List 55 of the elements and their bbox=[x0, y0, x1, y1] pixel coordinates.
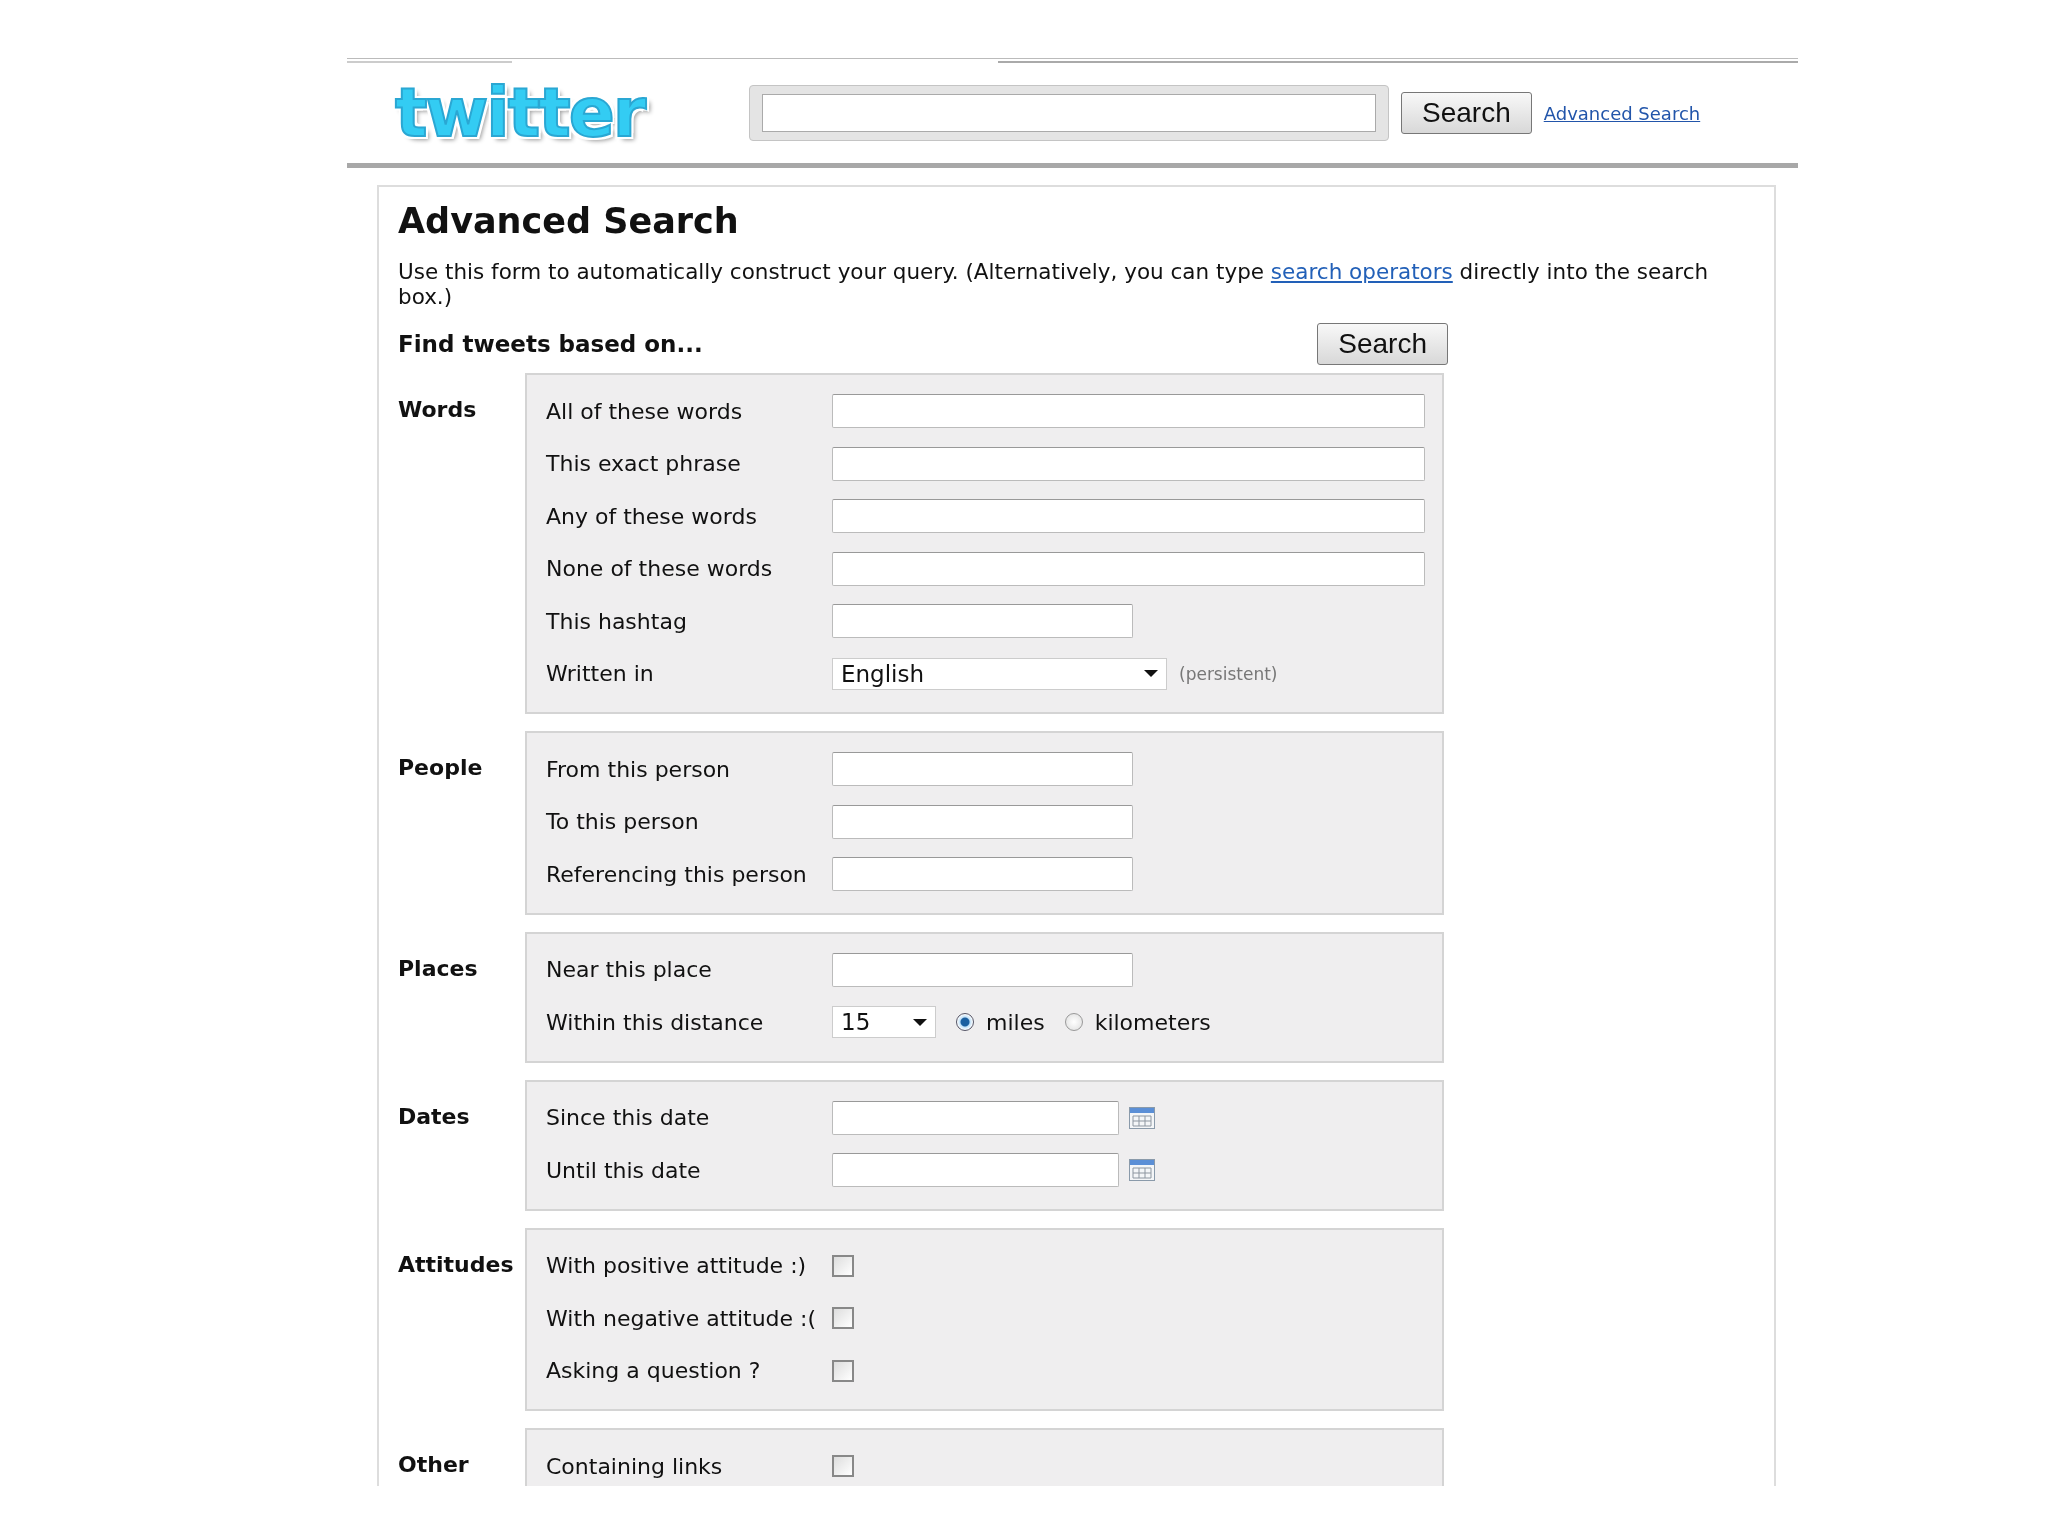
field-label: Near this place bbox=[546, 957, 713, 983]
field-label: Since this date bbox=[546, 1105, 711, 1131]
text-field[interactable] bbox=[832, 446, 1425, 481]
group-label: Attitudes bbox=[398, 1250, 515, 1277]
text-field[interactable] bbox=[832, 952, 1133, 987]
search-operators-link[interactable]: search operators bbox=[1270, 259, 1453, 284]
search-button[interactable]: Search bbox=[1401, 92, 1532, 134]
field-label: Written in bbox=[546, 661, 655, 687]
field-label: Within this distance bbox=[546, 1009, 765, 1035]
date-field[interactable] bbox=[832, 1153, 1119, 1188]
calendar-icon[interactable] bbox=[1129, 1106, 1155, 1129]
advanced-search-link[interactable]: Advanced Search bbox=[1543, 102, 1701, 124]
group-label: Dates bbox=[398, 1102, 471, 1129]
group-label: Words bbox=[398, 396, 478, 422]
section-heading: Find tweets based on... bbox=[398, 331, 703, 357]
calendar-icon[interactable] bbox=[1129, 1159, 1155, 1182]
search-button[interactable]: Search bbox=[1317, 323, 1448, 365]
field-label: Until this date bbox=[546, 1157, 702, 1183]
distance-dropdown[interactable]: 15 bbox=[832, 1006, 936, 1039]
text-field[interactable] bbox=[832, 857, 1133, 892]
page-title: Advanced Search bbox=[398, 201, 740, 241]
radio-button[interactable] bbox=[956, 1013, 974, 1032]
text-field[interactable] bbox=[832, 804, 1133, 839]
radio-label: kilometers bbox=[1094, 1009, 1211, 1035]
field-label: Containing links bbox=[546, 1453, 724, 1479]
text-field[interactable] bbox=[832, 394, 1425, 429]
group-label: Other bbox=[398, 1451, 470, 1477]
checkbox[interactable] bbox=[832, 1254, 854, 1277]
text-field[interactable] bbox=[832, 604, 1133, 639]
radio-button[interactable] bbox=[1064, 1013, 1083, 1032]
text-field[interactable] bbox=[832, 499, 1425, 534]
field-label: From this person bbox=[546, 756, 732, 782]
group-label: Places bbox=[398, 954, 479, 981]
field-label: This exact phrase bbox=[546, 451, 742, 477]
field-label: This hashtag bbox=[546, 608, 688, 634]
intro-text: Use this form to automatically construct your query. (Alternatively, you can type search operators directly into the search box.) bbox=[398, 259, 1710, 309]
field-label: With negative attitude :( bbox=[546, 1305, 818, 1331]
search-field[interactable] bbox=[749, 85, 1389, 141]
radio-label: miles bbox=[986, 1009, 1045, 1035]
field-label: None of these words bbox=[546, 556, 774, 582]
group-label: People bbox=[398, 754, 484, 780]
field-label: All of these words bbox=[546, 398, 744, 424]
date-field[interactable] bbox=[832, 1100, 1119, 1135]
field-label: With positive attitude :) bbox=[546, 1253, 808, 1279]
checkbox[interactable] bbox=[832, 1307, 854, 1330]
field-label: Referencing this person bbox=[546, 861, 808, 887]
checkbox[interactable] bbox=[832, 1359, 854, 1382]
text-field[interactable] bbox=[832, 551, 1425, 586]
persistent-note: (persistent) bbox=[1179, 663, 1278, 684]
field-label: To this person bbox=[546, 809, 700, 835]
checkbox[interactable] bbox=[832, 1455, 854, 1478]
language-dropdown[interactable]: English bbox=[832, 657, 1167, 690]
field-label: Asking a question ? bbox=[546, 1358, 762, 1384]
text-field[interactable] bbox=[832, 752, 1133, 787]
field-label: Any of these words bbox=[546, 503, 758, 529]
